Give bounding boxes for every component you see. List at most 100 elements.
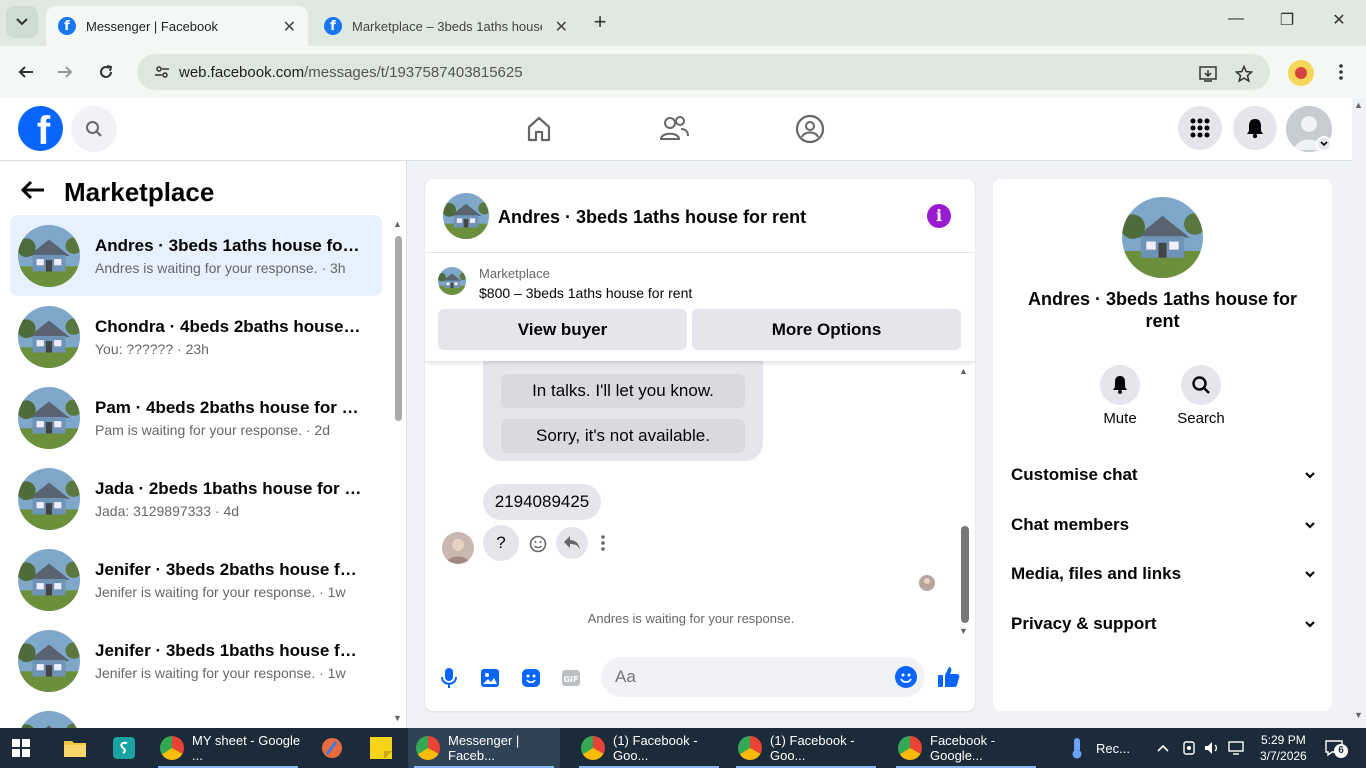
restore-button[interactable]: ❐	[1275, 10, 1299, 30]
taskbar-item-sheet[interactable]: MY sheet - Google ...	[152, 728, 304, 768]
voice-clip-icon[interactable]	[437, 666, 461, 690]
section-label: Privacy & support	[1011, 614, 1157, 633]
notification-center-button[interactable]: 6	[1324, 728, 1348, 768]
start-button[interactable]	[12, 728, 30, 768]
scroll-down-arrow-icon[interactable]: ▼	[959, 626, 968, 636]
app-icon-s[interactable]	[113, 728, 135, 768]
chat-info-avatar[interactable]	[1122, 197, 1203, 278]
chat-members-section[interactable]: Chat members	[1011, 508, 1316, 542]
emoji-icon[interactable]	[895, 666, 917, 688]
network-icon[interactable]	[1228, 728, 1246, 768]
taskbar-item-messenger[interactable]: Messenger | Faceb...	[408, 728, 560, 768]
more-actions-icon[interactable]	[601, 535, 605, 556]
sticky-notes-icon[interactable]	[370, 728, 392, 768]
minimize-button[interactable]: —	[1224, 10, 1248, 28]
conversation-row[interactable]: Jenifer · 3beds 2baths house for ... Jeni…	[10, 539, 382, 620]
reload-icon	[100, 65, 113, 78]
file-explorer-icon[interactable]	[63, 728, 87, 768]
media-files-links-section[interactable]: Media, files and links	[1011, 557, 1316, 591]
gif-icon[interactable]: GIF	[559, 666, 583, 690]
browser-tab-messenger[interactable]: f Messenger | Facebook ✕	[46, 6, 308, 46]
taskbar-item-recorder[interactable]: Rec...	[1066, 728, 1150, 768]
quick-reply-option[interactable]: In talks. I'll let you know.	[501, 374, 745, 408]
facebook-logo[interactable]: f	[18, 106, 63, 151]
conversation-preview: Pam is waiting for your response. · 2d	[95, 421, 330, 438]
close-window-button[interactable]: ✕	[1327, 10, 1351, 30]
listing-price[interactable]: $800 – 3beds 1aths house for rent	[479, 285, 692, 301]
message-input-box[interactable]	[601, 657, 925, 697]
conversation-preview: Jenifer is waiting for your response. · …	[95, 664, 346, 681]
show-hidden-icons[interactable]	[1157, 728, 1169, 768]
taskbar-item-facebook-3[interactable]: Facebook - Google...	[890, 728, 1042, 768]
scroll-up-arrow-icon[interactable]: ▲	[1354, 100, 1363, 110]
friends-nav-button[interactable]	[656, 111, 692, 147]
sidebar-scrollbar[interactable]	[395, 236, 402, 421]
taskbar-item-facebook-2[interactable]: (1) Facebook - Goo...	[730, 728, 882, 768]
conversation-row[interactable]: Pam · 4beds 2baths house for rent Pam is …	[10, 377, 382, 458]
home-nav-button[interactable]	[521, 111, 557, 147]
meet-now-icon[interactable]	[1182, 728, 1196, 768]
volume-icon[interactable]	[1204, 728, 1220, 768]
privacy-support-section[interactable]: Privacy & support	[1011, 607, 1316, 641]
system-clock[interactable]: 5:29 PM 3/7/2026	[1260, 732, 1307, 764]
menu-button[interactable]	[1178, 106, 1222, 150]
chat-avatar[interactable]	[443, 193, 489, 239]
app-icon-paint[interactable]	[320, 728, 344, 768]
browser-menu-icon[interactable]	[1329, 60, 1353, 84]
conversation-row[interactable]: Jada · 2beds 1baths house for rent Jada: …	[10, 458, 382, 539]
scroll-up-arrow-icon[interactable]: ▲	[393, 219, 402, 229]
taskbar-item-facebook-1[interactable]: (1) Facebook - Goo...	[573, 728, 725, 768]
facebook-header: f	[0, 98, 1352, 161]
address-bar[interactable]: web.facebook.com/messages/t/193758740381…	[137, 54, 1270, 90]
listing-thumbnail[interactable]	[438, 267, 466, 295]
page-scrollbar[interactable]: ▲ ▼	[1352, 98, 1366, 728]
taskbar-label: MY sheet - Google ...	[192, 733, 301, 763]
forward-button[interactable]	[51, 58, 79, 86]
new-tab-button[interactable]: +	[588, 10, 612, 34]
chrome-icon	[160, 736, 184, 760]
sticker-icon[interactable]	[519, 666, 543, 690]
chat-scrollbar[interactable]	[961, 526, 969, 623]
site-info-icon[interactable]	[145, 64, 179, 80]
message-input[interactable]	[601, 657, 881, 697]
react-emoji-icon[interactable]	[529, 535, 547, 558]
back-arrow-icon[interactable]	[20, 179, 46, 206]
account-menu-chevron-icon[interactable]	[1316, 136, 1332, 152]
conversation-row[interactable]: Jenifer · 3beds 1baths house for ... Jeni…	[10, 620, 382, 701]
sender-avatar[interactable]	[442, 532, 474, 564]
more-options-button[interactable]: More Options	[692, 309, 961, 350]
conversation-row[interactable]: Chondra · 4beds 2baths house f... You: ??…	[10, 296, 382, 377]
notifications-button[interactable]	[1233, 106, 1277, 150]
install-app-icon[interactable]	[1196, 62, 1220, 86]
scroll-down-arrow-icon[interactable]: ▼	[393, 713, 402, 723]
section-label: Chat members	[1011, 515, 1130, 534]
scroll-up-arrow-icon[interactable]: ▲	[959, 366, 968, 376]
customise-chat-section[interactable]: Customise chat	[1011, 458, 1316, 492]
attach-photo-icon[interactable]	[478, 666, 502, 690]
quick-reply-option[interactable]: Sorry, it's not available.	[501, 419, 745, 453]
back-button[interactable]	[12, 58, 40, 86]
clock-time: 5:29 PM	[1261, 733, 1306, 747]
facebook-search-button[interactable]	[71, 106, 117, 152]
info-icon[interactable]: i	[927, 204, 951, 228]
close-tab-icon[interactable]: ✕	[555, 17, 568, 37]
chat-title[interactable]: Andres · 3beds 1aths house for rent	[498, 207, 806, 228]
profile-extension-icon[interactable]	[1288, 60, 1314, 86]
tab-title: Messenger | Facebook	[86, 18, 218, 34]
reload-button[interactable]	[92, 58, 120, 86]
conversation-row[interactable]: Andres · 3beds 1aths house for r... Andre…	[10, 215, 382, 296]
scroll-down-arrow-icon[interactable]: ▼	[1354, 710, 1363, 720]
groups-nav-button[interactable]	[792, 111, 828, 147]
message-bubble[interactable]: ?	[483, 525, 519, 561]
close-tab-icon[interactable]: ✕	[283, 17, 296, 37]
mute-button[interactable]: Mute	[1090, 365, 1150, 427]
like-thumbs-up-icon[interactable]	[937, 665, 961, 689]
chat-info-panel: Andres · 3beds 1aths house for rent Mute…	[993, 179, 1332, 711]
search-in-chat-button[interactable]: Search	[1171, 365, 1231, 427]
tab-search-button[interactable]	[6, 6, 38, 38]
browser-tab-marketplace[interactable]: f Marketplace – 3beds 1aths house f ✕	[312, 6, 580, 46]
message-bubble[interactable]: 2194089425	[483, 484, 601, 520]
reply-button[interactable]	[556, 527, 588, 559]
bookmark-star-icon[interactable]	[1232, 62, 1256, 86]
view-buyer-button[interactable]: View buyer	[438, 309, 687, 350]
